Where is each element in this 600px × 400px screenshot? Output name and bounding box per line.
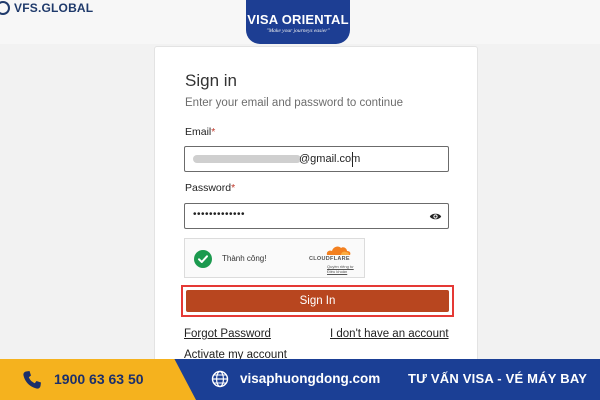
brand-slogan: "Make your journeys easier" [266, 28, 330, 34]
required-mark: * [211, 126, 216, 138]
website-link[interactable]: visaphuongdong.com [240, 371, 380, 386]
hotline-number: 1900 63 63 50 [54, 371, 144, 387]
signin-highlight: Sign In [181, 285, 454, 317]
cloudflare-links: Quyền riêng tư Điều khoản [327, 264, 354, 274]
eye-icon[interactable] [429, 210, 442, 223]
password-value: ••••••••••••• [193, 209, 246, 220]
required-mark: * [231, 182, 236, 194]
email-label-text: Email [185, 126, 212, 138]
forgot-password-link[interactable]: Forgot Password [184, 328, 271, 340]
page-title: Sign in [185, 71, 237, 90]
page-subtitle: Enter your email and password to continu… [185, 97, 403, 109]
cloudflare-wordmark: CLOUDFLARE [309, 256, 350, 262]
signin-button[interactable]: Sign In [186, 290, 449, 312]
checkmark-icon [194, 250, 212, 268]
password-field[interactable]: ••••••••••••• [184, 203, 449, 229]
phone-icon [23, 371, 41, 389]
text-caret [352, 152, 353, 167]
top-bar: VFS.GLOBAL VISA ORIENTAL "Make your jour… [0, 0, 600, 44]
globe-icon [211, 370, 229, 388]
cloudflare-cloud-icon [326, 246, 351, 255]
captcha-status: Thành công! [222, 254, 267, 263]
terms-link[interactable]: Điều khoản [327, 269, 354, 274]
phone-block: 1900 63 63 50 [0, 359, 196, 400]
vfs-logo-text: VFS.GLOBAL [14, 1, 94, 15]
cloudflare-captcha[interactable]: Thành công! CLOUDFLARE Quyền riêng tư Đi… [184, 238, 365, 278]
email-field[interactable]: @gmail.com [184, 146, 449, 172]
brand-name: VISA ORIENTAL [247, 12, 349, 27]
service-tagline: TƯ VẤN VISA - VÉ MÁY BAY [408, 371, 588, 386]
no-account-link[interactable]: I don't have an account [330, 328, 449, 340]
visa-oriental-brand: VISA ORIENTAL "Make your journeys easier… [246, 0, 350, 44]
email-label: Email* [185, 126, 215, 138]
password-label: Password* [185, 182, 235, 194]
signin-card: Sign in Enter your email and password to… [154, 46, 478, 376]
vfs-logo-icon [0, 1, 10, 15]
password-label-text: Password [185, 182, 232, 194]
footer-banner: 1900 63 63 50 visaphuongdong.com TƯ VẤN … [0, 359, 600, 400]
vfs-global-logo: VFS.GLOBAL [0, 0, 93, 16]
blurred-email-prefix [193, 155, 301, 163]
